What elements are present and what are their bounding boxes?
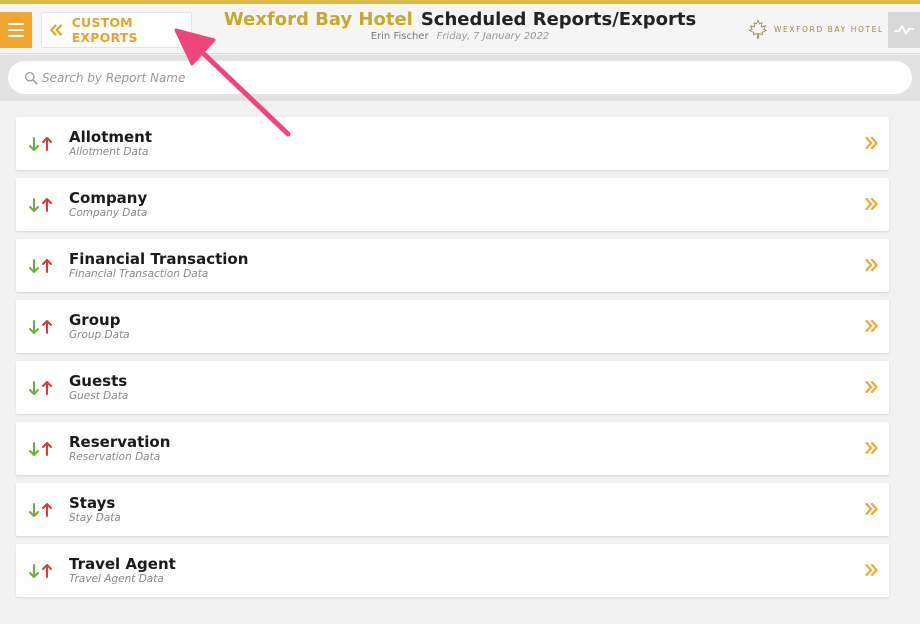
report-name: Group [69,311,121,329]
custom-exports-back-button[interactable]: CUSTOM EXPORTS [41,12,192,48]
report-name: Guests [69,372,128,390]
report-name: Financial Transaction [69,250,249,268]
hamburger-icon [8,29,24,31]
import-export-arrows-icon [29,320,52,334]
logo-text: WEXFORD BAY HOTEL [774,24,884,34]
report-row-allotment[interactable]: Allotment Allotment Data [16,117,889,170]
search-box[interactable] [8,61,912,94]
report-name: Travel Agent [69,555,176,573]
search-input[interactable] [42,70,912,85]
report-name: Stays [69,494,116,512]
report-description: Reservation Data [69,451,161,463]
report-description: Travel Agent Data [69,573,164,585]
double-chevron-right-icon[interactable] [865,198,878,210]
report-row-stays[interactable]: Stays Stay Data [16,483,889,536]
report-row-group[interactable]: Group Group Data [16,300,889,353]
double-chevron-right-icon[interactable] [865,442,878,454]
report-row-reservation[interactable]: Reservation Reservation Data [16,422,889,475]
report-row-guests[interactable]: Guests Guest Data [16,361,889,414]
import-export-arrows-icon [29,259,52,273]
hotel-logo: WEXFORD BAY HOTEL [748,18,884,40]
report-description: Group Data [69,329,130,341]
report-row-company[interactable]: Company Company Data [16,178,889,231]
report-description: Financial Transaction Data [69,268,209,280]
hamburger-icon [8,23,24,25]
back-button-label: CUSTOM EXPORTS [71,15,138,45]
page-heading: Wexford Bay Hotel Scheduled Reports/Expor… [200,9,720,42]
search-icon [24,71,38,84]
header: CUSTOM EXPORTS Wexford Bay Hotel Schedule… [0,4,920,54]
search-bar-area [0,55,920,101]
import-export-arrows-icon [29,442,52,456]
report-description: Allotment Data [69,146,149,158]
hotel-name: Wexford Bay Hotel [223,9,413,30]
import-export-arrows-icon [29,137,52,151]
report-row-financial-transaction[interactable]: Financial Transaction Financial Transact… [16,239,889,292]
maple-leaf-icon [749,19,767,39]
report-list: Allotment Allotment Data Company Company… [16,117,889,605]
page-title: Scheduled Reports/Exports [420,9,697,30]
report-description: Company Data [69,207,148,219]
import-export-arrows-icon [29,198,52,212]
report-name: Company [69,189,148,207]
import-export-arrows-icon [29,503,52,517]
activity-icon [894,25,914,35]
double-chevron-right-icon[interactable] [865,381,878,393]
import-export-arrows-icon [29,564,52,578]
report-name: Reservation [69,433,171,451]
double-chevron-left-icon [50,24,62,36]
double-chevron-right-icon[interactable] [865,137,878,149]
user-name: Erin Fischer [370,31,429,42]
double-chevron-right-icon[interactable] [865,320,878,332]
report-name: Allotment [69,128,153,146]
menu-button[interactable] [0,12,32,48]
hamburger-icon [8,35,24,37]
double-chevron-right-icon[interactable] [865,259,878,271]
report-description: Stay Data [69,512,121,524]
double-chevron-right-icon[interactable] [865,503,878,515]
double-chevron-right-icon[interactable] [865,564,878,576]
import-export-arrows-icon [29,381,52,395]
report-row-travel-agent[interactable]: Travel Agent Travel Agent Data [16,544,889,597]
current-date: Friday, 7 January 2022 [436,31,550,42]
activity-button[interactable] [888,12,920,48]
report-description: Guest Data [69,390,129,402]
